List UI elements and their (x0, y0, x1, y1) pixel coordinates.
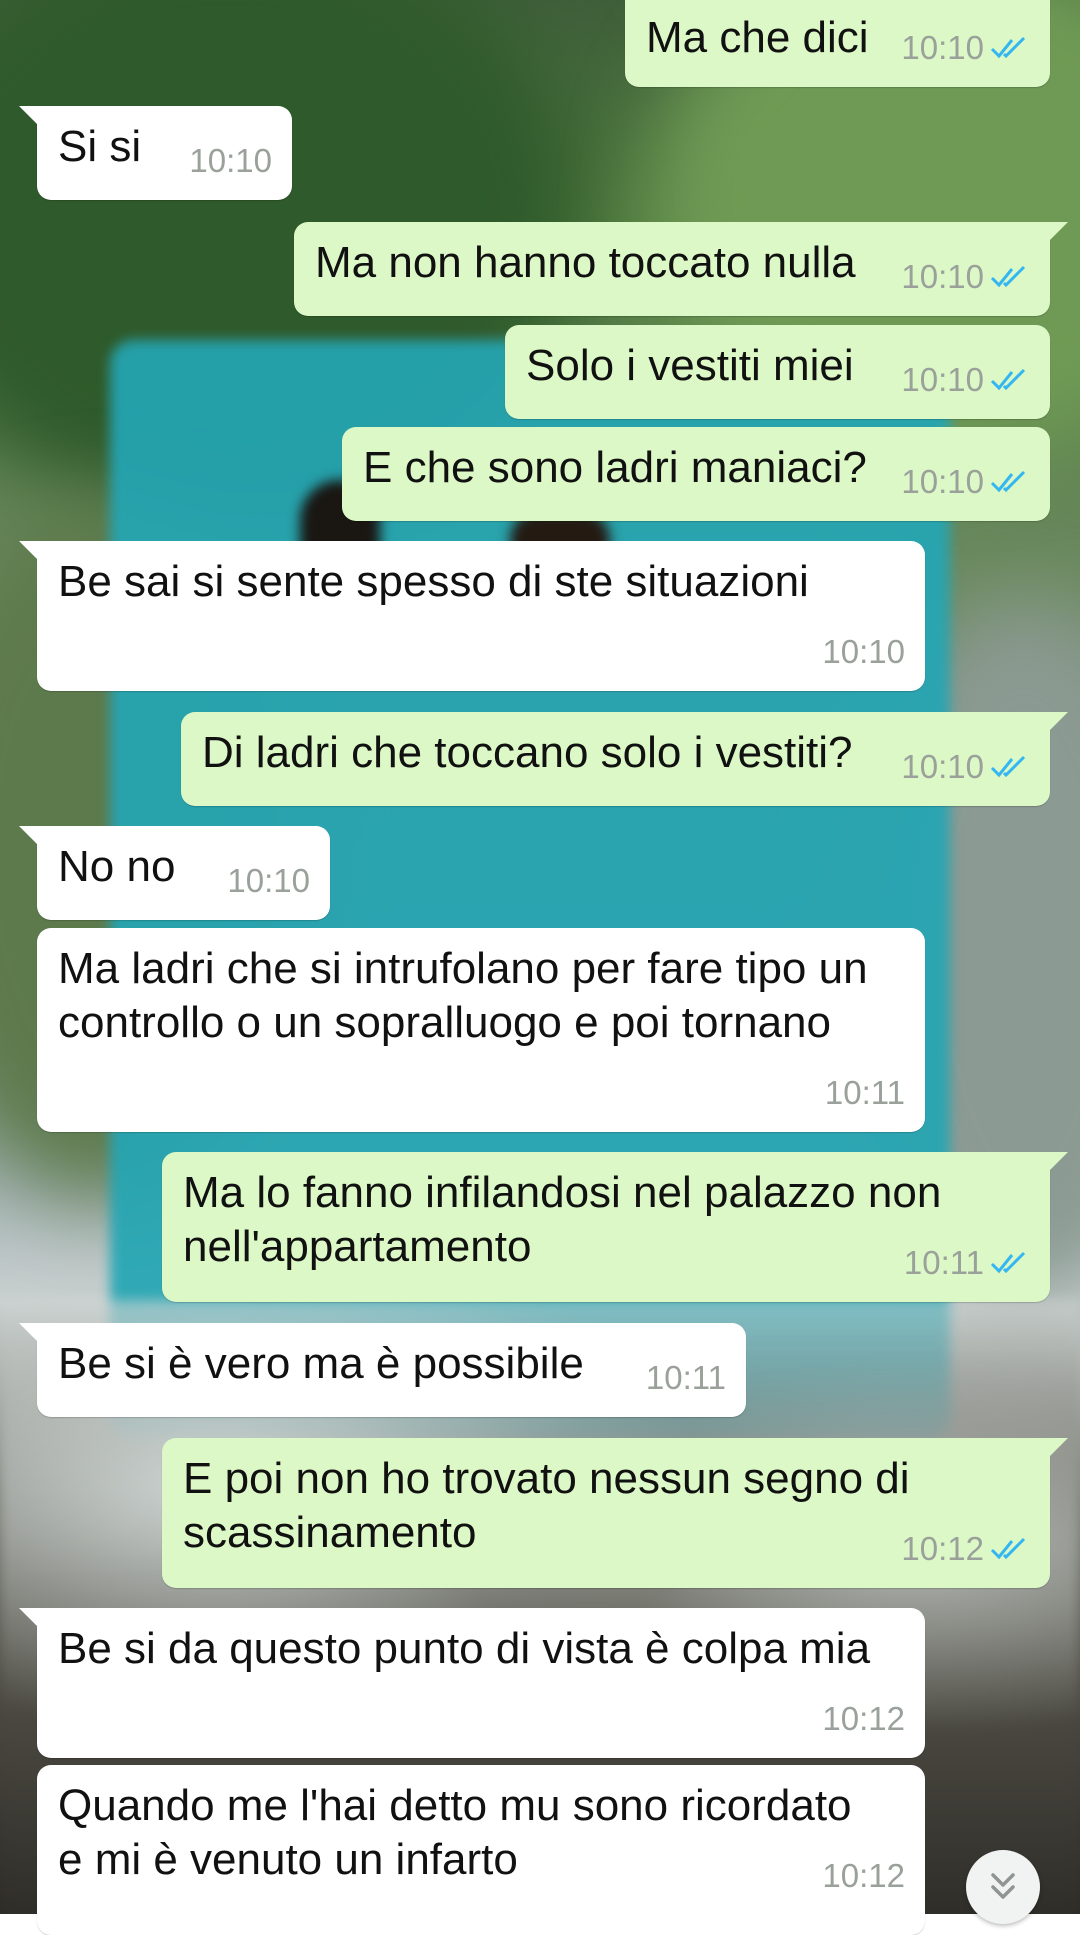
double-check-icon (990, 1251, 1026, 1274)
scroll-to-bottom-button[interactable] (966, 1850, 1040, 1924)
message-incoming[interactable]: Ma ladri che si intrufolano per fare tip… (37, 928, 925, 1132)
double-check-icon (990, 36, 1026, 59)
message-outgoing[interactable]: E poi non ho trovato nessun segno di sca… (162, 1438, 1068, 1588)
chevrons-down-icon (991, 1873, 1015, 1899)
message-time: 10:11 (903, 1244, 984, 1281)
message-text: Ma ladri che si intrufolano per fare tip… (58, 944, 868, 1047)
double-check-icon (990, 755, 1026, 778)
message-incoming[interactable]: No no 10:10 (19, 826, 330, 920)
message-time: 10:11 (645, 1359, 726, 1396)
message-text: Be si da questo punto di vista è colpa m… (58, 1624, 871, 1673)
message-time: 10:10 (901, 258, 984, 295)
message-text: Quando me l'hai detto mu sono ricordato … (58, 1781, 852, 1884)
message-outgoing[interactable]: Di ladri che toccano solo i vestiti? 10:… (181, 712, 1068, 806)
message-time: 10:10 (227, 862, 310, 899)
message-time: 10:12 (822, 1700, 905, 1737)
message-time: 10:10 (901, 361, 984, 398)
message-outgoing[interactable]: Ma che dici 10:10 (625, 0, 1068, 87)
message-outgoing[interactable]: Solo i vestiti miei 10:10 (505, 325, 1050, 419)
message-incoming[interactable]: Si si 10:10 (19, 106, 292, 200)
double-check-icon (990, 1537, 1026, 1560)
double-check-icon (990, 265, 1026, 288)
message-time: 10:10 (901, 748, 984, 785)
message-time: 10:12 (822, 1857, 905, 1894)
message-incoming[interactable]: Be si da questo punto di vista è colpa m… (19, 1608, 925, 1758)
message-time: 10:11 (824, 1074, 905, 1111)
message-outgoing[interactable]: Ma non hanno toccato nulla 10:10 (294, 222, 1068, 316)
message-time: 10:12 (901, 1530, 984, 1567)
message-text: Be si è vero ma è possibile (58, 1339, 584, 1388)
message-outgoing[interactable]: E che sono ladri maniaci? 10:10 (342, 427, 1050, 521)
double-check-icon (990, 470, 1026, 493)
message-time: 10:10 (822, 633, 905, 670)
message-time: 10:10 (901, 29, 984, 66)
message-time: 10:10 (901, 463, 984, 500)
double-check-icon (990, 368, 1026, 391)
message-incoming[interactable]: Quando me l'hai detto mu sono ricordato … (37, 1765, 925, 1935)
message-incoming[interactable]: Be si è vero ma è possibile 10:11 (19, 1323, 746, 1417)
message-outgoing[interactable]: Ma lo fanno infilandosi nel palazzo non … (162, 1152, 1068, 1302)
message-text: Be sai si sente spesso di ste situazioni (58, 557, 809, 606)
message-incoming[interactable]: Be sai si sente spesso di ste situazioni… (19, 541, 925, 691)
message-time: 10:10 (189, 142, 272, 179)
